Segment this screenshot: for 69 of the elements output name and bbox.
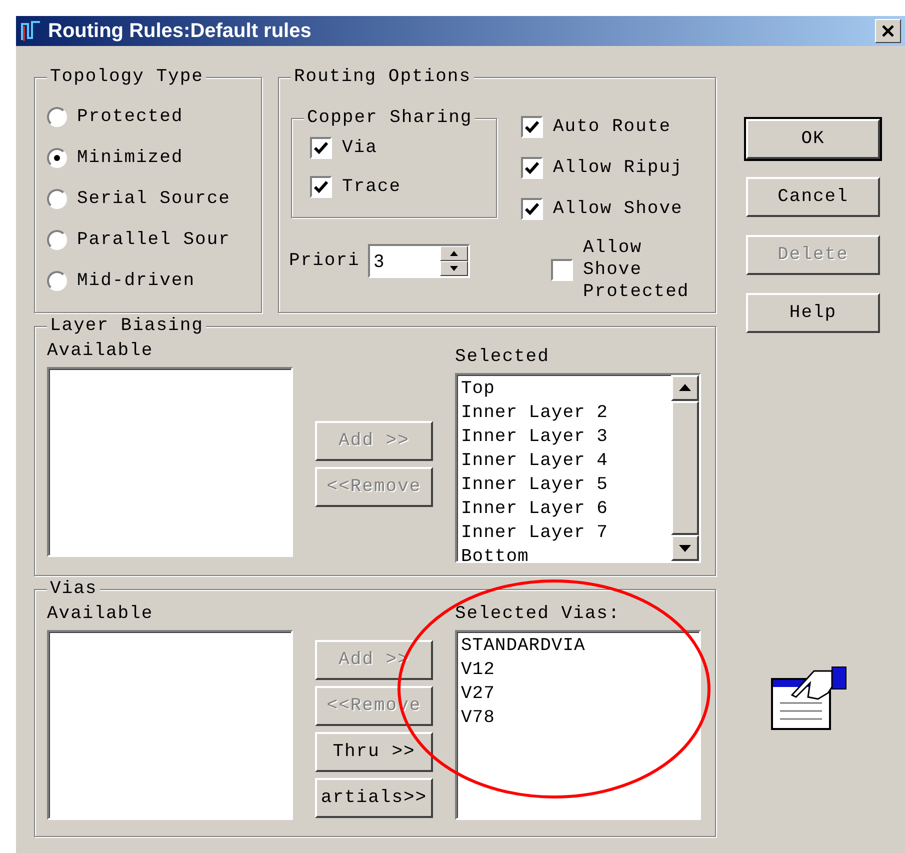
- radio-label: Parallel Sour: [77, 230, 230, 250]
- check-icon: [525, 120, 539, 132]
- checkbox-label: Allow Shove: [553, 198, 683, 218]
- checkbox-label: Allow Shove Protected: [583, 237, 690, 303]
- dialog-button[interactable]: Help: [746, 293, 880, 333]
- list-item[interactable]: Inner Layer 4: [461, 449, 667, 473]
- scrollbar[interactable]: [671, 375, 699, 561]
- check-icon: [314, 180, 328, 192]
- scroll-up-button[interactable]: [671, 375, 699, 401]
- checkbox-label: Allow Ripuj: [553, 158, 683, 178]
- list-item[interactable]: STANDARDVIA: [461, 634, 695, 658]
- radio-button[interactable]: [47, 270, 67, 290]
- checkbox[interactable]: [310, 136, 332, 158]
- scroll-down-button[interactable]: [671, 535, 699, 561]
- checkbox-label: Trace: [342, 176, 402, 196]
- checkbox[interactable]: [521, 156, 543, 178]
- list-label: Selected Vias:: [455, 604, 622, 624]
- list-item[interactable]: V27: [461, 682, 695, 706]
- check-icon: [525, 202, 539, 214]
- close-button[interactable]: [875, 19, 901, 43]
- list-label: Selected: [455, 347, 550, 367]
- spin-up-icon[interactable]: [440, 246, 468, 261]
- group-title: Layer Biasing: [47, 315, 206, 337]
- checkbox-label: Via: [342, 138, 378, 158]
- list-item[interactable]: Inner Layer 2: [461, 401, 667, 425]
- selected-list[interactable]: STANDARDVIA V12 V27 V78: [455, 630, 701, 820]
- checkbox[interactable]: [521, 198, 543, 220]
- list-item[interactable]: V78: [461, 706, 695, 730]
- list-item[interactable]: V12: [461, 658, 695, 682]
- list-item[interactable]: Inner Layer 5: [461, 473, 667, 497]
- checkbox[interactable]: [551, 259, 573, 281]
- close-icon: [881, 24, 895, 38]
- available-list[interactable]: [47, 630, 293, 820]
- group-title: Topology Type: [47, 66, 206, 88]
- list-item[interactable]: Bottom: [461, 545, 667, 561]
- dialog-button[interactable]: OK: [746, 119, 880, 159]
- move-button[interactable]: Thru >>: [315, 732, 433, 772]
- list-label: Available: [47, 604, 154, 624]
- dialog-button[interactable]: Cancel: [746, 177, 880, 217]
- list-label: Available: [47, 341, 154, 361]
- check-icon: [525, 162, 539, 174]
- list-item[interactable]: Inner Layer 7: [461, 521, 667, 545]
- group-title: Copper Sharing: [304, 107, 476, 129]
- checkbox[interactable]: [310, 176, 332, 198]
- check-icon: [314, 142, 328, 154]
- move-button[interactable]: artials>>: [315, 778, 433, 818]
- radio-button[interactable]: [47, 148, 67, 168]
- radio-label: Minimized: [77, 148, 184, 168]
- radio-button[interactable]: [47, 106, 67, 126]
- spin-down-icon[interactable]: [440, 261, 468, 276]
- priority-label: Priori: [289, 251, 360, 271]
- checkbox[interactable]: [521, 116, 543, 138]
- priority-spinner[interactable]: 3: [368, 244, 470, 278]
- checkbox-label: Auto Route: [553, 116, 672, 136]
- list-item[interactable]: Inner Layer 3: [461, 425, 667, 449]
- app-icon: [20, 20, 42, 42]
- up-arrow-icon: [679, 384, 691, 392]
- list-item[interactable]: Inner Layer 6: [461, 497, 667, 521]
- available-list[interactable]: [47, 367, 293, 557]
- radio-label: Mid-driven: [77, 270, 196, 290]
- radio-label: Protected: [77, 106, 184, 126]
- list-item[interactable]: Top: [461, 377, 667, 401]
- selected-list[interactable]: Top Inner Layer 2 Inner Layer 3 Inner Layer 4 Inner Layer 5 Inner Layer 6 Inner Layer 7 Bottom: [455, 373, 701, 563]
- down-arrow-icon: [679, 544, 691, 552]
- radio-button[interactable]: [47, 230, 67, 250]
- group-title: Routing Options: [291, 66, 474, 88]
- window-title: Routing Rules:Default rules: [48, 20, 312, 42]
- radio-label: Serial Source: [77, 188, 230, 208]
- radio-button[interactable]: [47, 188, 67, 208]
